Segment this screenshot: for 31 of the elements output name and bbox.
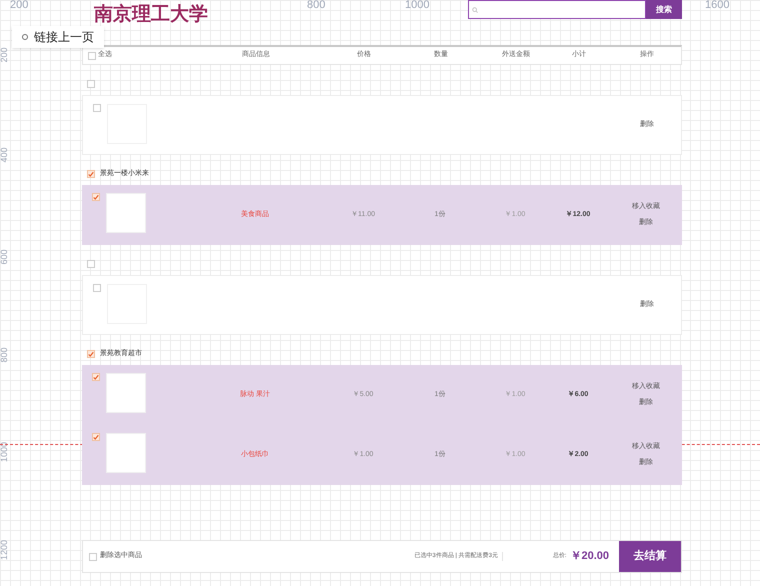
search-icon	[472, 6, 478, 12]
checkbox[interactable]	[92, 373, 100, 381]
checkbox[interactable]	[89, 552, 97, 560]
total-price: ￥20.00	[570, 549, 609, 564]
checkbox[interactable]	[93, 284, 101, 292]
bullet-icon	[22, 34, 28, 40]
ruler-label: 1600	[705, 0, 730, 13]
checkbox[interactable]	[92, 433, 100, 441]
ruler-label: 800	[0, 346, 9, 365]
ruler-label: 400	[0, 146, 9, 165]
checkbox[interactable]	[87, 350, 95, 358]
checkbox[interactable]	[93, 104, 101, 112]
checkbox[interactable]	[92, 193, 100, 201]
checkbox[interactable]	[88, 52, 96, 60]
ruler-label: 200	[0, 46, 9, 65]
ruler-label: 1000	[405, 0, 430, 13]
search-field[interactable]	[468, 0, 646, 19]
ruler-label: 1000	[0, 440, 9, 464]
product-image	[106, 433, 146, 473]
ruler-label: 200	[10, 0, 28, 13]
checkout-button[interactable]: 去结算	[619, 541, 681, 572]
ruler-label: 600	[0, 248, 9, 267]
ruler-label: 800	[307, 0, 326, 13]
product-image	[106, 193, 146, 233]
checkbox[interactable]	[87, 260, 95, 268]
logo: 南京理工大学	[94, 2, 208, 27]
checkbox[interactable]	[87, 170, 95, 178]
product-image	[106, 373, 146, 413]
ruler-label: 1200	[0, 538, 9, 562]
checkbox[interactable]	[87, 80, 95, 88]
search-button[interactable]: 搜索	[646, 0, 682, 19]
